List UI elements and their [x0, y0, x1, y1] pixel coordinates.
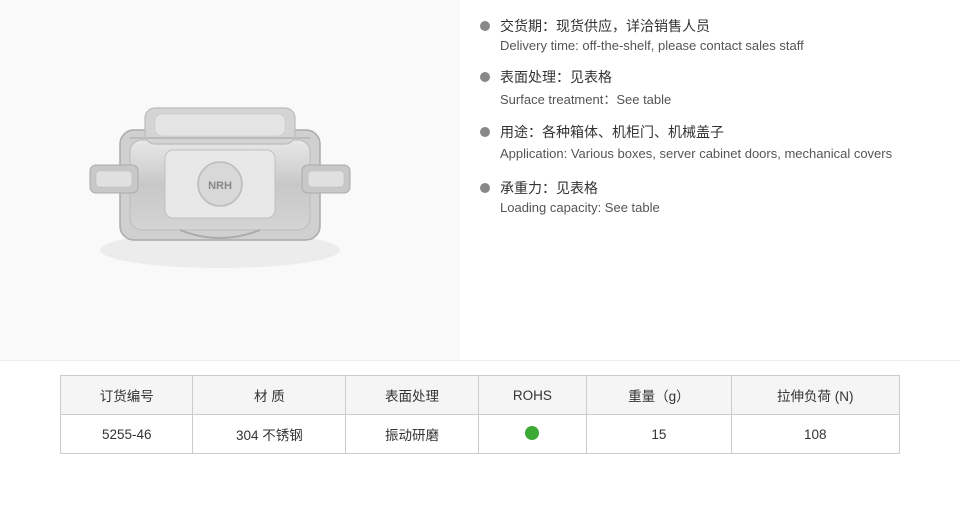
product-image: NRH: [60, 50, 400, 310]
cell-load: 108: [731, 415, 899, 454]
col-header-weight: 重量（g）: [587, 376, 731, 415]
bullet-application: [480, 127, 490, 137]
bullet-loading: [480, 183, 490, 193]
bullet-delivery: [480, 21, 490, 31]
spec-zh-surface: 表面处理：见表格: [500, 67, 671, 87]
spec-item-loading: 承重力：见表格 Loading capacity: See table: [480, 178, 940, 215]
spec-en-loading: Loading capacity: See table: [500, 200, 660, 215]
spec-item-delivery: 交货期：现货供应，详洽销售人员 Delivery time: off-the-s…: [480, 16, 940, 53]
cell-rohs: [478, 415, 587, 454]
spec-item-application: 用途：各种箱体、机柜门、机械盖子 Application: Various bo…: [480, 122, 940, 164]
spec-zh-loading: 承重力：见表格: [500, 178, 660, 198]
specs-panel: 交货期：现货供应，详洽销售人员 Delivery time: off-the-s…: [460, 0, 960, 360]
col-header-load: 拉伸负荷 (N): [731, 376, 899, 415]
cell-material: 304 不锈钢: [193, 415, 346, 454]
cell-partno: 5255-46: [61, 415, 193, 454]
cell-surface: 振动研磨: [346, 415, 478, 454]
bullet-surface: [480, 72, 490, 82]
data-table-section: 订货编号 材 质 表面处理 ROHS 重量（g） 拉伸负荷 (N) 5255-4…: [0, 360, 960, 474]
table-row: 5255-46 304 不锈钢 振动研磨 15 108: [61, 415, 900, 454]
col-header-partno: 订货编号: [61, 376, 193, 415]
cell-weight: 15: [587, 415, 731, 454]
svg-text:NRH: NRH: [208, 180, 232, 192]
spec-en-delivery: Delivery time: off-the-shelf, please con…: [500, 38, 804, 53]
spec-zh-delivery: 交货期：现货供应，详洽销售人员: [500, 16, 804, 36]
col-header-material: 材 质: [193, 376, 346, 415]
col-header-surface: 表面处理: [346, 376, 478, 415]
spec-item-surface: 表面处理：见表格 Surface treatment：See table: [480, 67, 940, 108]
product-image-panel: NRH: [0, 0, 460, 360]
product-table: 订货编号 材 质 表面处理 ROHS 重量（g） 拉伸负荷 (N) 5255-4…: [60, 375, 900, 454]
rohs-indicator: [525, 426, 539, 440]
spec-zh-application: 用途：各种箱体、机柜门、机械盖子: [500, 122, 892, 142]
col-header-rohs: ROHS: [478, 376, 587, 415]
spec-en-application: Application: Various boxes, server cabin…: [500, 144, 892, 164]
spec-en-surface: Surface treatment：See table: [500, 89, 671, 108]
